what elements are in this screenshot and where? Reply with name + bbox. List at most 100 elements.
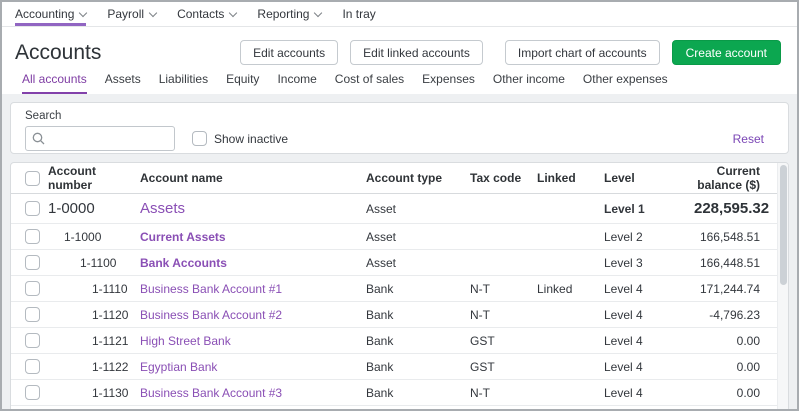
account-name-link[interactable]: Egyptian Bank bbox=[140, 360, 217, 374]
tab[interactable]: All accounts bbox=[22, 72, 87, 94]
show-inactive-checkbox[interactable]: Show inactive bbox=[192, 131, 288, 146]
account-name: Current Assets bbox=[140, 230, 366, 244]
level: Level 4 bbox=[604, 334, 694, 348]
chevron-down-icon bbox=[149, 8, 157, 16]
nav-item[interactable]: In tray bbox=[342, 2, 375, 26]
level: Level 3 bbox=[604, 256, 694, 270]
nav-item[interactable]: Accounting bbox=[15, 2, 86, 26]
nav-item-label: In tray bbox=[342, 7, 375, 21]
account-name-link[interactable]: Business Bank Account #3 bbox=[140, 386, 282, 400]
vertical-scrollbar[interactable] bbox=[777, 163, 788, 411]
table-row[interactable]: 1-1100 Bank Accounts Asset Level 3 166,4… bbox=[11, 250, 788, 276]
col-account-name: Account name bbox=[140, 171, 366, 185]
import-chart-of-accounts-button[interactable]: Import chart of accounts bbox=[505, 40, 660, 65]
account-number: 1-1110 bbox=[48, 282, 140, 296]
chevron-down-icon bbox=[229, 8, 237, 16]
table-row[interactable]: 1-1140 Petty Cash/Cash On Hand Bank N-T … bbox=[11, 406, 788, 411]
col-linked: Linked bbox=[537, 171, 604, 185]
table-row[interactable]: 1-1121 High Street Bank Bank GST Level 4… bbox=[11, 328, 788, 354]
account-name: Assets bbox=[140, 200, 366, 217]
page-title: Accounts bbox=[15, 41, 101, 65]
account-type: Asset bbox=[366, 202, 470, 216]
scrollbar-thumb[interactable] bbox=[780, 165, 787, 285]
create-account-button[interactable]: Create account bbox=[672, 40, 781, 65]
edit-accounts-button[interactable]: Edit accounts bbox=[240, 40, 338, 65]
row-checkbox[interactable] bbox=[25, 359, 40, 374]
account-number: 1-0000 bbox=[48, 200, 140, 217]
accounts-table: Account number Account name Account type… bbox=[10, 162, 789, 411]
account-name-link[interactable]: Current Assets bbox=[140, 230, 226, 244]
account-number: 1-1122 bbox=[48, 360, 140, 374]
chevron-down-icon bbox=[314, 8, 322, 16]
select-all-checkbox[interactable] bbox=[25, 171, 40, 186]
tab[interactable]: Equity bbox=[226, 72, 259, 94]
tab[interactable]: Cost of sales bbox=[335, 72, 404, 94]
row-checkbox[interactable] bbox=[25, 385, 40, 400]
tax-code: GST bbox=[470, 360, 537, 374]
account-name-link[interactable]: Business Bank Account #1 bbox=[140, 282, 282, 296]
account-type: Bank bbox=[366, 334, 470, 348]
account-type: Asset bbox=[366, 256, 470, 270]
nav-item[interactable]: Payroll bbox=[107, 2, 156, 26]
nav-item-label: Reporting bbox=[257, 7, 309, 21]
nav-item[interactable]: Contacts bbox=[177, 2, 236, 26]
tab[interactable]: Expenses bbox=[422, 72, 475, 94]
col-level: Level bbox=[604, 171, 694, 185]
row-checkbox[interactable] bbox=[25, 281, 40, 296]
table-row[interactable]: 1-1130 Business Bank Account #3 Bank N-T… bbox=[11, 380, 788, 406]
row-checkbox[interactable] bbox=[25, 229, 40, 244]
row-checkbox[interactable] bbox=[25, 201, 40, 216]
row-checkbox[interactable] bbox=[25, 255, 40, 270]
tab[interactable]: Income bbox=[277, 72, 316, 94]
row-checkbox[interactable] bbox=[25, 333, 40, 348]
tab[interactable]: Liabilities bbox=[159, 72, 208, 94]
account-name-link[interactable]: Assets bbox=[140, 200, 185, 217]
reset-link[interactable]: Reset bbox=[733, 132, 764, 146]
account-name-link[interactable]: Business Bank Account #2 bbox=[140, 308, 282, 322]
content-area: Search Show inactive Reset bbox=[2, 94, 797, 411]
level: Level 4 bbox=[604, 308, 694, 322]
nav-item-label: Contacts bbox=[177, 7, 224, 21]
nav-item-label: Accounting bbox=[15, 7, 74, 21]
account-name: Bank Accounts bbox=[140, 256, 366, 270]
search-box bbox=[25, 126, 175, 151]
account-name: Egyptian Bank bbox=[140, 360, 366, 374]
table-row[interactable]: 1-1120 Business Bank Account #2 Bank N-T… bbox=[11, 302, 788, 328]
account-name: Business Bank Account #2 bbox=[140, 308, 366, 322]
show-inactive-label: Show inactive bbox=[214, 132, 288, 146]
tab[interactable]: Other income bbox=[493, 72, 565, 94]
tax-code: N-T bbox=[470, 282, 537, 296]
account-number: 1-1000 bbox=[48, 230, 140, 244]
nav-item-label: Payroll bbox=[107, 7, 144, 21]
current-balance: 166,448.51 bbox=[694, 256, 760, 270]
row-checkbox[interactable] bbox=[25, 307, 40, 322]
account-name: Business Bank Account #3 bbox=[140, 386, 366, 400]
search-icon bbox=[32, 132, 45, 145]
header-actions: Edit accounts Edit linked accounts Impor… bbox=[240, 40, 781, 65]
table-row[interactable]: 1-1122 Egyptian Bank Bank GST Level 4 0.… bbox=[11, 354, 788, 380]
tab[interactable]: Other expenses bbox=[583, 72, 668, 94]
edit-linked-accounts-button[interactable]: Edit linked accounts bbox=[350, 40, 483, 65]
chevron-down-icon bbox=[79, 8, 87, 16]
level: Level 4 bbox=[604, 360, 694, 374]
account-type: Bank bbox=[366, 282, 470, 296]
current-balance: -4,796.23 bbox=[694, 308, 760, 322]
nav-item[interactable]: Reporting bbox=[257, 2, 321, 26]
table-row[interactable]: 1-1000 Current Assets Asset Level 2 166,… bbox=[11, 224, 788, 250]
search-row: Show inactive Reset bbox=[25, 126, 764, 151]
account-name-link[interactable]: Bank Accounts bbox=[140, 256, 227, 270]
tab[interactable]: Assets bbox=[105, 72, 141, 94]
filter-panel: Search Show inactive Reset bbox=[10, 102, 789, 154]
col-account-number: Account number bbox=[48, 164, 140, 192]
account-type: Bank bbox=[366, 308, 470, 322]
table-row[interactable]: 1-1110 Business Bank Account #1 Bank N-T… bbox=[11, 276, 788, 302]
current-balance: 228,595.32 bbox=[694, 200, 769, 217]
table-body: 1-0000 Assets Asset Level 1 228,595.32 1… bbox=[11, 194, 788, 411]
table-row[interactable]: 1-0000 Assets Asset Level 1 228,595.32 bbox=[11, 194, 788, 224]
account-name-link[interactable]: High Street Bank bbox=[140, 334, 231, 348]
account-number: 1-1100 bbox=[48, 256, 140, 270]
search-input[interactable] bbox=[25, 126, 175, 151]
linked-status: Linked bbox=[537, 282, 604, 296]
account-number: 1-1120 bbox=[48, 308, 140, 322]
page-header: Accounts Edit accounts Edit linked accou… bbox=[2, 27, 797, 67]
